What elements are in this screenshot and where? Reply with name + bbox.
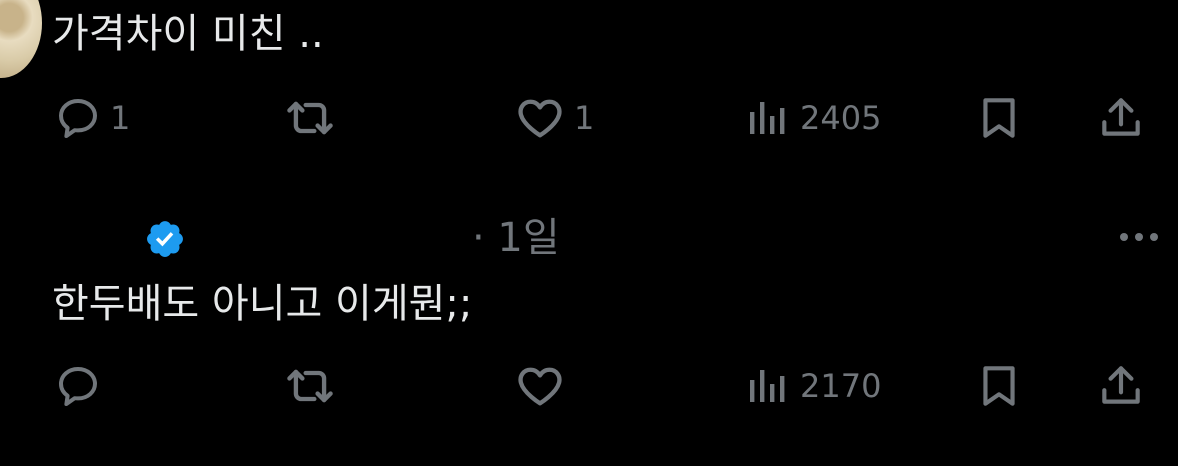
view-count: 2405 (800, 99, 882, 137)
username-redacted[interactable] (202, 212, 452, 268)
reply-icon (59, 367, 97, 406)
share-icon (1102, 98, 1140, 136)
heart-icon (518, 367, 562, 406)
bookmark-button[interactable] (974, 88, 1024, 148)
tweet-text: 가격차이 미친 .. (52, 11, 324, 57)
bookmark-icon (983, 366, 1015, 406)
views-button[interactable]: 2405 (744, 88, 881, 148)
like-button[interactable]: 1 (514, 88, 594, 148)
verified-badge-icon (147, 221, 183, 257)
bookmark-icon (983, 98, 1015, 138)
tweet-text: 한두배도 아니고 이게뭔;; (52, 281, 473, 327)
reply-icon (59, 99, 97, 138)
bookmark-button[interactable] (974, 356, 1024, 416)
like-count: 1 (574, 99, 595, 137)
tweet-header: · 1일 (52, 212, 1178, 268)
heart-icon (518, 99, 562, 138)
tweet-actions: 2170 (0, 356, 1178, 416)
reply-count: 1 (110, 99, 131, 137)
reply-button[interactable] (54, 356, 110, 416)
share-button[interactable] (1096, 88, 1146, 148)
views-button[interactable]: 2170 (744, 356, 881, 416)
tweet-actions: 1 1 2405 (0, 88, 1178, 148)
retweet-icon (287, 101, 333, 135)
tweet-timestamp[interactable]: · 1일 (472, 218, 560, 258)
share-button[interactable] (1096, 356, 1146, 416)
retweet-icon (287, 369, 333, 403)
avatar[interactable] (0, 0, 42, 78)
retweet-button[interactable] (284, 88, 344, 148)
like-button[interactable] (514, 356, 574, 416)
reply-button[interactable]: 1 (54, 88, 130, 148)
views-icon (750, 370, 785, 402)
display-name-redacted[interactable] (72, 212, 142, 268)
more-icon[interactable] (1118, 230, 1160, 244)
view-count: 2170 (800, 367, 882, 405)
retweet-button[interactable] (284, 356, 344, 416)
share-icon (1102, 366, 1140, 404)
views-icon (750, 102, 785, 134)
